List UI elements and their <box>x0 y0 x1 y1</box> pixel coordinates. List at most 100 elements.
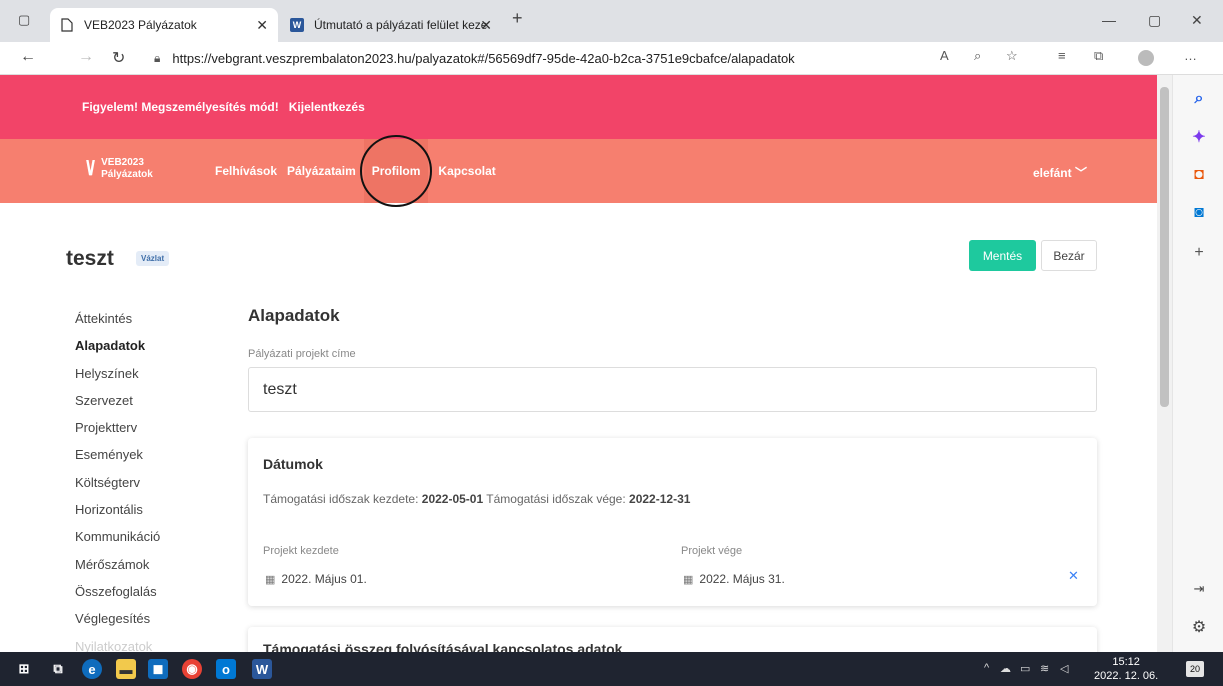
sidebar-item-alapadatok[interactable]: Alapadatok <box>75 338 160 365</box>
close-tab-icon[interactable]: ✕ <box>256 17 268 34</box>
document-icon <box>60 18 74 32</box>
impersonation-warning: Figyelem! Megszemélyesítés mód! <box>82 100 279 114</box>
battery-icon[interactable]: ▭ <box>1020 662 1030 675</box>
sidebar-item-osszefoglalas[interactable]: Összefoglalás <box>75 584 160 611</box>
nav-felhivasok[interactable]: Felhívások <box>215 164 277 178</box>
windows-start-icon[interactable]: ⊞ <box>14 659 34 679</box>
back-icon[interactable]: ← <box>20 48 36 66</box>
start-date-value: 2022. Május 01. <box>281 572 367 586</box>
start-date-field[interactable]: ▦ 2022. Május 01. <box>265 572 367 586</box>
logo-line1: VEB2023 <box>101 157 144 168</box>
start-date-label: Projekt kezdete <box>263 545 339 557</box>
refresh-icon[interactable]: ↻ <box>112 48 125 68</box>
store-icon[interactable]: ◼ <box>148 659 168 679</box>
tab-title: Útmutató a pályázati felület keze <box>314 18 488 32</box>
sidebar-toggle-icon[interactable]: ⇥ <box>1189 579 1209 599</box>
save-button[interactable]: Mentés <box>969 240 1036 271</box>
system-clock[interactable]: 15:12 2022. 12. 06. <box>1094 655 1158 683</box>
sidebar-item-horizontalis[interactable]: Horizontális <box>75 502 160 529</box>
profile-avatar-icon[interactable] <box>1138 50 1154 66</box>
sidebar-item-attekintes[interactable]: Áttekintés <box>75 311 160 338</box>
maximize-icon[interactable]: ▢ <box>1148 12 1161 29</box>
favorite-icon[interactable]: ☆ <box>1006 48 1018 64</box>
close-button[interactable]: Bezár <box>1041 240 1097 271</box>
office-icon[interactable]: ◘ <box>1189 165 1209 185</box>
end-date-label: Projekt vége <box>681 545 743 557</box>
settings-icon[interactable]: ⚙ <box>1189 617 1209 637</box>
sidebar-item-szervezet[interactable]: Szervezet <box>75 393 160 420</box>
sidebar-item-helyszinek[interactable]: Helyszínek <box>75 366 160 393</box>
browser-toolbar: ← → ↻ 🔒︎ https://vebgrant.veszprembalato… <box>0 42 1223 75</box>
word-icon: W <box>290 18 304 32</box>
collections-icon[interactable]: ⧉ <box>1094 48 1103 64</box>
read-aloud-icon[interactable]: A <box>940 48 949 63</box>
tab-utmutato[interactable]: W Útmutató a pályázati felület keze ✕ <box>280 8 502 42</box>
sidebar-item-esemenyek[interactable]: Események <box>75 447 160 474</box>
tray-chevron-icon[interactable]: ^ <box>984 662 989 674</box>
browser-tab-bar: ▢ VEB2023 Pályázatok ✕ W Útmutató a pály… <box>0 0 1223 42</box>
url-text: https://vebgrant.veszprembalaton2023.hu/… <box>172 51 795 66</box>
search-icon[interactable]: ⌕ <box>1189 89 1209 109</box>
zoom-icon[interactable]: ⌕ <box>974 48 981 64</box>
end-date-field[interactable]: ▦ 2022. Május 31. <box>683 572 785 586</box>
logout-link[interactable]: Kijelentkezés <box>289 100 365 114</box>
tab-veb2023[interactable]: VEB2023 Pályázatok ✕ <box>50 8 278 42</box>
favorites-icon[interactable]: ≡ <box>1058 48 1066 63</box>
wifi-icon[interactable]: ≋ <box>1040 662 1049 675</box>
new-tab-icon[interactable]: + <box>512 8 523 29</box>
cloud-icon[interactable]: ☁ <box>1000 662 1011 675</box>
highlight-circle <box>360 135 432 207</box>
dates-title: Dátumok <box>263 456 323 472</box>
web-page: Figyelem! Megszemélyesítés mód! Kijelent… <box>0 75 1157 652</box>
lock-icon: 🔒︎ <box>154 51 161 65</box>
support-period: Támogatási időszak kezdete: 2022-05-01 T… <box>263 492 691 506</box>
chevron-down-icon: ﹀ <box>1074 166 1087 180</box>
logo-mark-icon: \/ <box>86 157 95 180</box>
page-scrollbar[interactable] <box>1157 75 1172 652</box>
calendar-icon: ▦ <box>265 573 276 586</box>
sidebar-item-nyilatkozatok[interactable]: Nyilatkozatok <box>75 639 160 652</box>
edge-icon[interactable]: e <box>82 659 102 679</box>
sidebar-item-veglegesites[interactable]: Véglegesítés <box>75 611 160 638</box>
volume-icon[interactable]: ◁ <box>1060 662 1068 675</box>
scrollbar-thumb[interactable] <box>1160 87 1169 407</box>
sidebar-item-kommunikacio[interactable]: Kommunikáció <box>75 529 160 556</box>
forward-icon[interactable]: → <box>78 48 94 66</box>
payment-data-title: Támogatási összeg folyósításával kapcsol… <box>263 641 623 652</box>
windows-taskbar: ⊞ ⧉ e ▬ ◼ ◉ o W ^ ☁ ▭ ≋ ◁ 15:12 2022. 12… <box>0 652 1223 686</box>
section-sidebar: Áttekintés Alapadatok Helyszínek Szervez… <box>75 311 160 652</box>
sidebar-item-meroszamok[interactable]: Mérőszámok <box>75 557 160 584</box>
project-title-input[interactable]: teszt <box>248 367 1097 412</box>
main-navbar: \/ VEB2023 Pályázatok Felhívások Pályáza… <box>0 139 1157 203</box>
discover-icon[interactable]: ✦ <box>1189 127 1209 147</box>
word-icon[interactable]: W <box>252 659 272 679</box>
clear-icon[interactable]: ✕ <box>1068 568 1079 584</box>
project-title-label: Pályázati projekt címe <box>248 348 356 360</box>
edge-sidebar: ⌕ ✦ ◘ ◙ + ⇥ ⚙ <box>1172 75 1223 652</box>
site-logo[interactable]: \/ VEB2023 Pályázatok <box>86 157 153 181</box>
chrome-icon[interactable]: ◉ <box>182 659 202 679</box>
notification-badge[interactable]: 20 <box>1186 661 1204 677</box>
dates-card: Dátumok Támogatási időszak kezdete: 2022… <box>248 438 1097 606</box>
payment-data-card: Támogatási összeg folyósításával kapcsol… <box>248 627 1097 652</box>
impersonation-bar: Figyelem! Megszemélyesítés mód! Kijelent… <box>0 75 1157 139</box>
period-end: 2022-12-31 <box>629 492 691 506</box>
close-window-icon[interactable]: ✕ <box>1191 12 1203 29</box>
outlook-icon[interactable]: o <box>216 659 236 679</box>
close-tab-icon[interactable]: ✕ <box>480 17 492 34</box>
end-date-value: 2022. Május 31. <box>699 572 785 586</box>
nav-palyazataim[interactable]: Pályázataim <box>287 164 356 178</box>
sidebar-item-projektterv[interactable]: Projektterv <box>75 420 160 447</box>
minimize-icon[interactable]: — <box>1102 12 1116 28</box>
sidebar-item-koltsegterv[interactable]: Költségterv <box>75 475 160 502</box>
more-options-icon[interactable]: … <box>1184 48 1197 63</box>
file-explorer-icon[interactable]: ▬ <box>116 659 136 679</box>
outlook-icon[interactable]: ◙ <box>1189 203 1209 223</box>
user-name: elefánt <box>1032 166 1072 180</box>
add-icon[interactable]: + <box>1189 243 1209 263</box>
nav-kapcsolat[interactable]: Kapcsolat <box>438 164 495 178</box>
logo-line2: Pályázatok <box>101 169 153 180</box>
task-view-icon[interactable]: ⧉ <box>48 659 68 679</box>
user-menu[interactable]: elefánt ﹀ <box>1033 164 1087 181</box>
tab-actions-icon[interactable]: ▢ <box>18 12 30 28</box>
